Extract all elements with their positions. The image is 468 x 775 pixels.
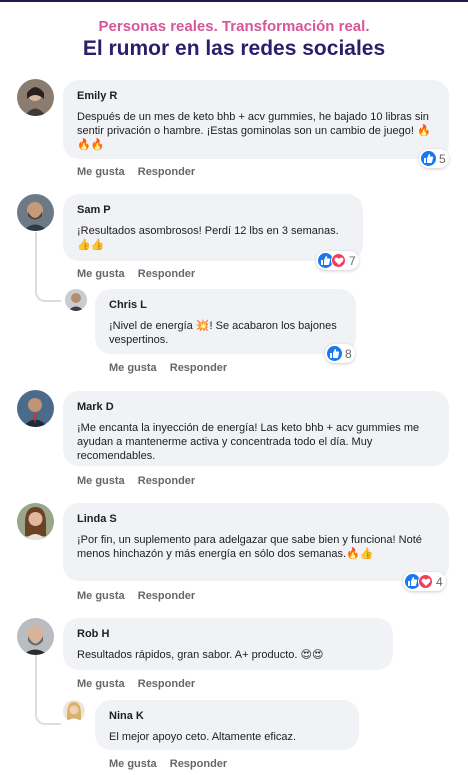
avatar[interactable] (17, 618, 54, 655)
comment-actions: Me gusta Responder (77, 678, 205, 690)
comment-bubble: Sam P ¡Resultados asombrosos! Perdí 12 l… (63, 194, 363, 261)
comment-text: ¡Por fin, un suplemento para adelgazar q… (77, 534, 422, 560)
avatar[interactable] (65, 289, 87, 311)
love-reaction-icon (331, 253, 346, 268)
comment-bubble: Rob H Resultados rápidos, gran sabor. A+… (63, 618, 393, 670)
comment-actions: Me gusta Responder (109, 758, 237, 770)
like-button[interactable]: Me gusta (77, 678, 125, 690)
section-tagline: Personas reales. Transformación real. (98, 18, 370, 35)
like-reaction-icon (327, 346, 342, 361)
like-button[interactable]: Me gusta (77, 475, 125, 487)
reaction-count: 5 (439, 151, 446, 166)
like-button[interactable]: Me gusta (77, 268, 125, 280)
like-button[interactable]: Me gusta (109, 758, 157, 770)
avatar[interactable] (17, 503, 54, 540)
reply-thread-line (35, 655, 61, 725)
reply-thread-line (35, 232, 61, 302)
comment-actions: Me gusta Responder (109, 362, 237, 374)
comment-text: Después de un mes de keto bhb + acv gumm… (77, 111, 431, 151)
avatar[interactable] (17, 79, 54, 116)
avatar[interactable] (17, 390, 54, 427)
comment-bubble: Mark D ¡Me encanta la inyección de energ… (63, 391, 449, 466)
love-reaction-icon (418, 574, 433, 589)
reaction-count: 4 (436, 574, 443, 589)
reaction-summary[interactable]: 5 (419, 149, 449, 168)
reply-button[interactable]: Responder (138, 590, 195, 602)
like-button[interactable]: Me gusta (77, 590, 125, 602)
reaction-summary[interactable]: 4 (403, 572, 446, 591)
section-title: El rumor en las redes sociales (82, 37, 386, 60)
comment-text: El mejor apoyo ceto. Altamente eficaz. (109, 731, 297, 743)
comment-actions: Me gusta Responder (77, 475, 205, 487)
reaction-count: 8 (345, 346, 352, 361)
comment-text: ¡Nivel de energía 💥! Se acabaron los baj… (109, 320, 337, 346)
top-border (0, 0, 468, 2)
comment-text: Resultados rápidos, gran sabor. A+ produ… (77, 649, 324, 661)
comment-author[interactable]: Linda S (77, 513, 435, 525)
reply-button[interactable]: Responder (170, 362, 227, 374)
reply-button[interactable]: Responder (138, 678, 195, 690)
reaction-summary[interactable]: 8 (325, 344, 355, 363)
comment-text: ¡Resultados asombrosos! Perdí 12 lbs en … (77, 225, 339, 251)
comment-author[interactable]: Sam P (77, 204, 349, 216)
reaction-summary[interactable]: 7 (316, 251, 359, 270)
comment-actions: Me gusta Responder (77, 166, 205, 178)
avatar[interactable] (17, 194, 54, 231)
comment-author[interactable]: Chris L (109, 299, 342, 311)
like-button[interactable]: Me gusta (109, 362, 157, 374)
comment-author[interactable]: Mark D (77, 401, 435, 413)
like-button[interactable]: Me gusta (77, 166, 125, 178)
reply-bubble: Chris L ¡Nivel de energía 💥! Se acabaron… (95, 289, 356, 354)
reply-bubble: Nina K El mejor apoyo ceto. Altamente ef… (95, 700, 359, 750)
comment-text: ¡Me encanta la inyección de energía! Las… (77, 422, 420, 462)
reply-button[interactable]: Responder (138, 268, 195, 280)
comment-bubble: Emily R Después de un mes de keto bhb + … (63, 80, 449, 159)
comment-actions: Me gusta Responder (77, 590, 205, 602)
avatar[interactable] (63, 700, 85, 722)
comment-actions: Me gusta Responder (77, 268, 205, 280)
reply-button[interactable]: Responder (138, 475, 195, 487)
reply-button[interactable]: Responder (170, 758, 227, 770)
reaction-count: 7 (349, 253, 356, 268)
comment-author[interactable]: Nina K (109, 710, 345, 722)
comment-author[interactable]: Rob H (77, 628, 379, 640)
like-reaction-icon (421, 151, 436, 166)
comment-bubble: Linda S ¡Por fin, un suplemento para ade… (63, 503, 449, 581)
reply-button[interactable]: Responder (138, 166, 195, 178)
comment-author[interactable]: Emily R (77, 90, 435, 102)
